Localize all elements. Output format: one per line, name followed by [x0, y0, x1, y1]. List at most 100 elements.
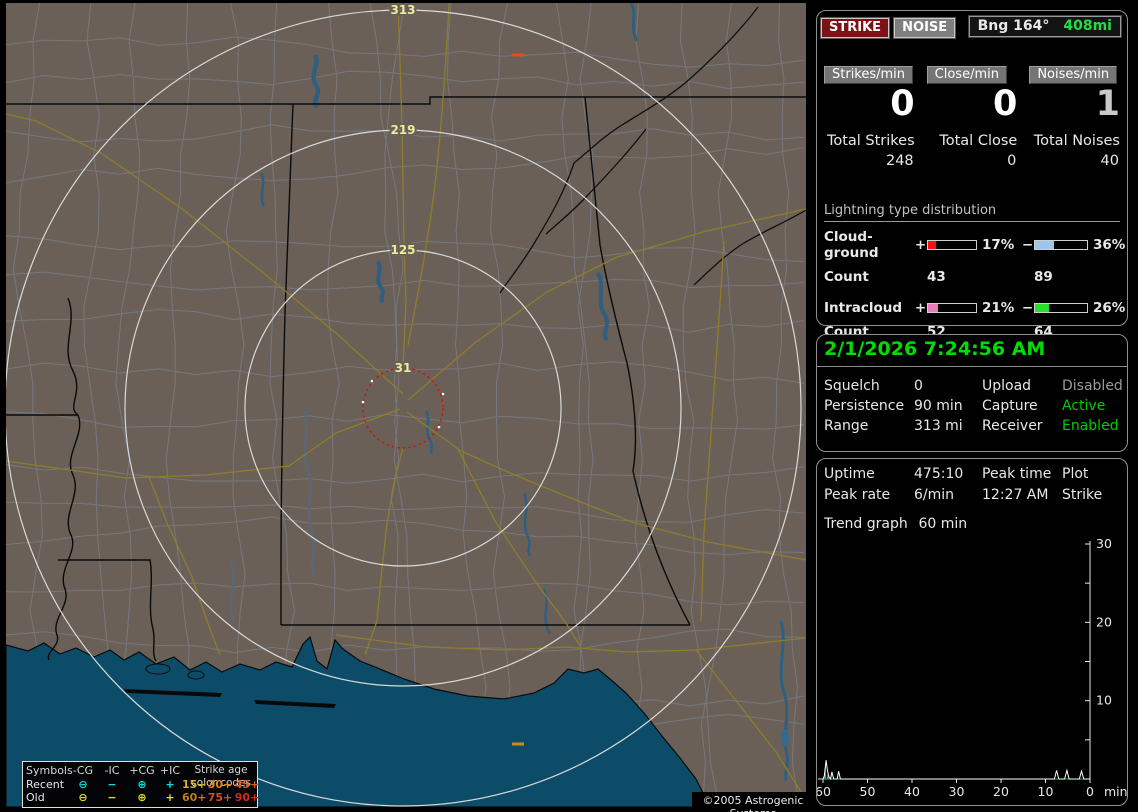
legend-header-pic: +IC [159, 764, 181, 777]
map-canvas: 313 219 125 31 [6, 3, 806, 807]
trend-series-strikes-per-min [822, 760, 1090, 781]
noises-per-min-chip: Noises/min [1029, 66, 1118, 84]
plus-sign: + [914, 300, 927, 316]
cg-negative-count: 89 [1034, 269, 1053, 285]
strikes-per-min-chip: Strikes/min [824, 66, 914, 84]
ic-negative-pct: 26% [1093, 300, 1126, 316]
peak-time-value: 12:27 AM [982, 487, 1049, 503]
persistence-value: 90 min [914, 398, 963, 414]
ring-label-125: 125 [390, 243, 415, 257]
cg-negative-pct: 36% [1093, 237, 1126, 253]
range-value: 313 mi [914, 418, 963, 434]
cg-positive-count: 43 [927, 269, 946, 285]
bearing-value: Bng 164° [977, 18, 1050, 34]
strike-mark [512, 53, 524, 57]
total-close-value: 0 [1007, 153, 1017, 169]
plot-mode-value: Strike [1062, 487, 1103, 503]
trend-axes [818, 541, 1091, 780]
strike-map[interactable]: 313 219 125 31 Symbols -CG -IC +CG +IC Stri… [6, 3, 814, 812]
old-pic-icon: + [165, 791, 175, 804]
trend-window-value: 60 min [918, 516, 968, 532]
cg-positive-pct: 17% [982, 237, 1015, 253]
persistence-label: Persistence [824, 398, 905, 414]
close-rate-value: 0 [992, 84, 1018, 124]
recent-nic-icon: − [107, 777, 117, 791]
cg-negative-bar [1034, 240, 1088, 250]
y-tick-label: 30 [1096, 536, 1112, 551]
total-strikes-label: Total Strikes [826, 133, 915, 149]
copyright-notice: ©2005 Astrogenic Systems [692, 792, 814, 812]
legend-age-title: Strike age color codes [191, 764, 251, 789]
x-tick-label: 10 [1038, 784, 1054, 799]
recent-pcg-icon: ⊕ [137, 777, 147, 791]
legend-row-recent-label: Recent [26, 777, 65, 791]
ring-label-31: 31 [395, 361, 412, 375]
legend-header-symbols: Symbols [26, 764, 73, 777]
ring-label-219: 219 [390, 123, 415, 137]
upload-label: Upload [982, 378, 1032, 394]
trend-series-close-per-min [823, 767, 1090, 780]
counters-panel: STRIKE NOISE Bng 164° 408mi Strikes/min C… [816, 10, 1128, 340]
noises-rate-value: 1 [1095, 84, 1120, 124]
x-tick-label: 60 [817, 784, 831, 799]
recent-pic-icon: + [165, 777, 175, 791]
plot-label: Plot [1062, 466, 1089, 482]
trend-graph-label: Trend graph [824, 516, 908, 532]
minus-sign: − [1021, 237, 1034, 253]
strike-mark [512, 742, 524, 746]
lightning-tracker-app: { "header": { "strike_button": "STRIKE",… [0, 0, 1138, 812]
x-tick-label: 0 [1086, 784, 1094, 799]
strike-toggle-button[interactable]: STRIKE [821, 18, 890, 38]
squelch-label: Squelch [824, 378, 880, 394]
range-label: Range [824, 418, 869, 434]
old-ncg-icon: ⊖ [78, 791, 88, 804]
legend-header-ncg: -CG [72, 764, 94, 777]
datetime-display: 2/1/2026 7:24:56 AM [824, 338, 1046, 360]
peak-rate-label: Peak rate [824, 487, 891, 503]
receiver-value: Enabled [1062, 418, 1119, 434]
capture-value: Active [1062, 398, 1106, 414]
age-code-45: 45+ [234, 777, 260, 791]
trend-graph: 10 20 30 60 50 40 30 20 10 0 min [817, 536, 1128, 799]
noise-toggle-button[interactable]: NOISE [894, 18, 956, 38]
cg-positive-bar [927, 240, 977, 250]
age-code-60: 60+ [182, 791, 207, 804]
upload-value: Disabled [1062, 378, 1123, 394]
old-pcg-icon: ⊕ [137, 791, 147, 804]
trend-series-noises-per-min [823, 774, 1090, 780]
legend-header-nic: -IC [104, 764, 120, 777]
ic-negative-bar [1034, 303, 1088, 313]
uptime-value: 475:10 [914, 466, 964, 482]
ic-positive-bar [927, 303, 977, 313]
legend-row-old-label: Old [26, 791, 45, 804]
divider [817, 366, 1127, 367]
close-per-min-chip: Close/min [926, 66, 1007, 84]
strikes-rate-value: 0 [890, 84, 915, 124]
symbols-legend: Symbols -CG -IC +CG +IC Strike age color… [22, 761, 260, 808]
cg-count-label: Count [824, 269, 869, 285]
age-code-15: 15+ [182, 777, 207, 791]
legend-header-pcg: +CG [129, 764, 155, 777]
age-code-30: 30+ [207, 777, 233, 791]
plus-sign: + [914, 237, 927, 253]
x-tick-label: 20 [993, 784, 1009, 799]
lightning-distribution: Lightning type distribution Cloud-ground… [824, 203, 1125, 340]
peak-rate-value: 6/min [914, 487, 955, 503]
total-strikes-value: 248 [885, 153, 914, 169]
distribution-title: Lightning type distribution [824, 203, 1120, 222]
x-tick-label: 50 [860, 784, 876, 799]
old-nic-icon: − [107, 791, 117, 804]
total-noises-label: Total Noises [1033, 133, 1120, 149]
receiver-label: Receiver [982, 418, 1043, 434]
squelch-value: 0 [914, 378, 923, 394]
ic-positive-pct: 21% [982, 300, 1015, 316]
age-code-75: 75+ [207, 791, 233, 804]
total-noises-value: 40 [1100, 153, 1119, 169]
recent-ncg-icon: ⊖ [78, 777, 88, 791]
capture-label: Capture [982, 398, 1038, 414]
x-tick-label: 30 [949, 784, 965, 799]
bearing-readout: Bng 164° 408mi [968, 16, 1121, 37]
peak-time-label: Peak time [982, 466, 1052, 482]
cloud-ground-label: Cloud-ground [824, 229, 879, 261]
status-panel: 2/1/2026 7:24:56 AM Squelch 0 Upload Dis… [816, 334, 1128, 452]
